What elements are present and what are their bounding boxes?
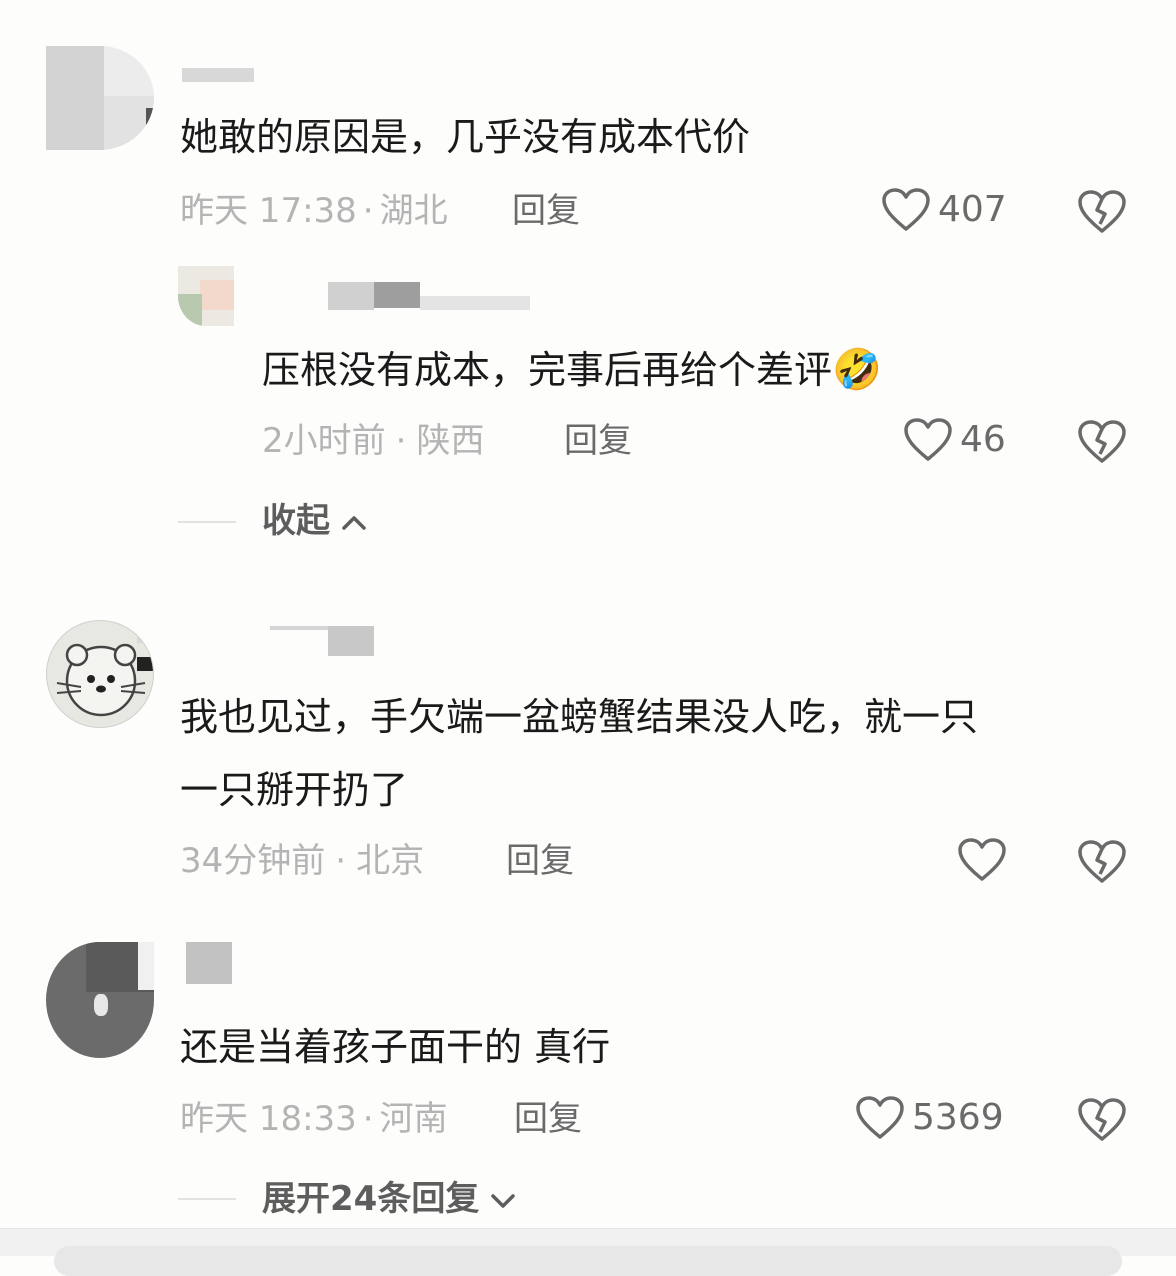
dislike-button[interactable]	[1078, 420, 1126, 464]
reply-button[interactable]: 回复	[514, 1102, 582, 1136]
like-button[interactable]: 5369	[856, 1096, 1004, 1140]
heart-outline-icon	[856, 1096, 904, 1140]
broken-heart-icon	[1078, 1098, 1126, 1142]
reply-button[interactable]: 回复	[506, 844, 574, 878]
comment-text: 还是当着孩子面干的 真行	[180, 1025, 611, 1069]
expand-replies-button[interactable]: 展开24条回复	[262, 1182, 517, 1216]
timestamp: 34分钟前	[180, 841, 326, 881]
avatar[interactable]	[46, 942, 154, 1058]
comment-text-line-1: 我也见过，手欠端一盆螃蟹结果没人吃，就一只	[180, 695, 979, 739]
meta-separator: ·	[362, 1099, 374, 1139]
comment-meta: 2小时前 · 陕西	[262, 424, 484, 458]
like-button[interactable]	[958, 838, 1014, 882]
reply-button[interactable]: 回复	[564, 424, 632, 458]
chevron-up-icon	[340, 504, 368, 538]
collapse-replies-button[interactable]: 收起	[262, 504, 368, 538]
chevron-down-icon	[489, 1182, 517, 1216]
collapse-label: 收起	[262, 501, 330, 541]
meta-separator: ·	[335, 841, 347, 881]
reply-button[interactable]: 回复	[512, 194, 580, 228]
dislike-button[interactable]	[1078, 1098, 1126, 1142]
expand-label: 展开24条回复	[262, 1179, 480, 1219]
comment-meta: 昨天 17:38 · 湖北	[180, 194, 448, 228]
timestamp: 昨天 17:38	[180, 191, 357, 231]
meta-separator: ·	[362, 191, 374, 231]
comment-text: 压根没有成本，完事后再给个差评🤣	[262, 350, 882, 390]
like-button[interactable]: 407	[882, 188, 1007, 232]
timestamp: 2小时前	[262, 421, 386, 461]
comment-input[interactable]	[54, 1246, 1122, 1276]
heart-outline-icon	[958, 838, 1006, 882]
meta-separator: ·	[395, 421, 407, 461]
comment-meta: 昨天 18:33 · 河南	[180, 1102, 448, 1136]
like-button[interactable]: 46	[904, 418, 1006, 462]
heart-outline-icon	[882, 188, 930, 232]
dislike-button[interactable]	[1078, 840, 1126, 884]
divider	[178, 1198, 236, 1200]
dislike-button[interactable]	[1078, 190, 1126, 234]
avatar[interactable]	[178, 266, 234, 326]
like-count: 46	[960, 419, 1006, 460]
location: 湖北	[379, 191, 448, 231]
broken-heart-icon	[1078, 190, 1126, 234]
location: 河南	[379, 1099, 448, 1139]
broken-heart-icon	[1078, 840, 1126, 884]
username[interactable]	[186, 942, 232, 984]
laughing-emoji: 🤣	[832, 347, 882, 393]
reply-text: 压根没有成本，完事后再给个差评	[262, 348, 833, 392]
heart-outline-icon	[904, 418, 952, 462]
like-count: 5369	[912, 1097, 1004, 1138]
comment-meta: 34分钟前 · 北京	[180, 844, 424, 878]
avatar[interactable]	[46, 620, 154, 728]
location: 陕西	[416, 421, 485, 461]
location: 北京	[356, 841, 425, 881]
username[interactable]	[182, 68, 254, 82]
timestamp: 昨天 18:33	[180, 1099, 357, 1139]
like-count: 407	[938, 189, 1007, 230]
avatar[interactable]	[46, 46, 154, 150]
broken-heart-icon	[1078, 420, 1126, 464]
divider	[178, 521, 236, 523]
comment-text: 她敢的原因是，几乎没有成本代价	[180, 115, 751, 159]
comment-text-line-2: 一只掰开扔了	[180, 768, 409, 812]
